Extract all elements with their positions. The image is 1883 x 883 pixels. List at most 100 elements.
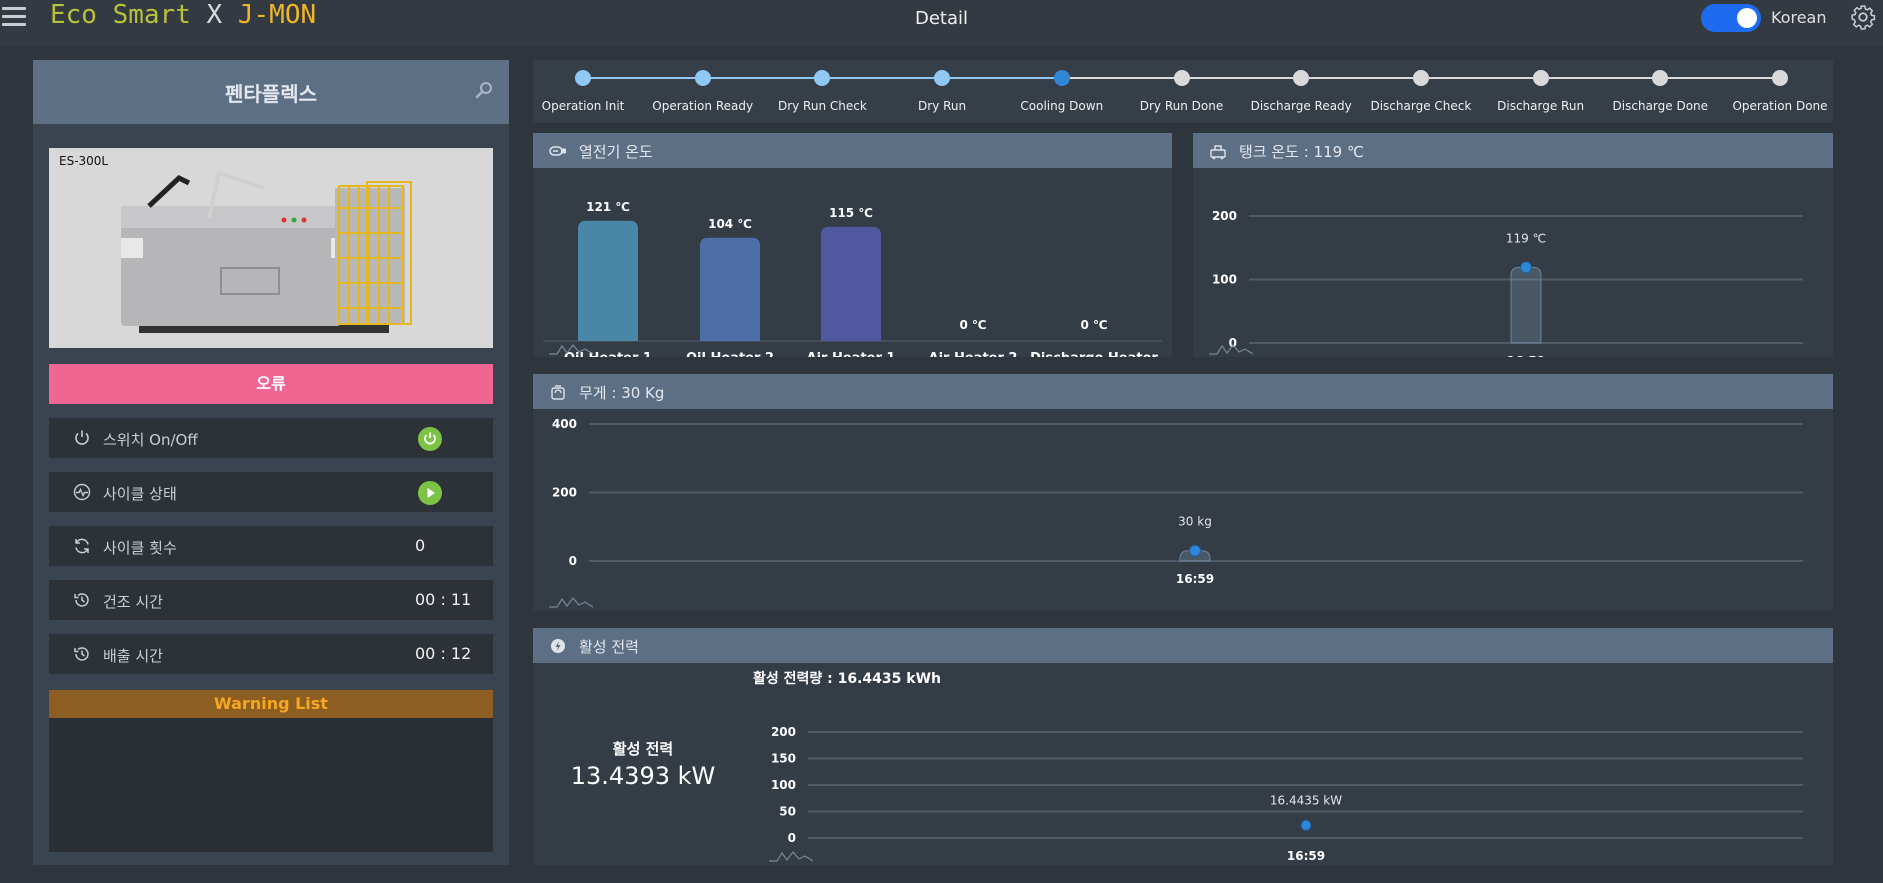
weight-header: 무게 : 30 Kg (533, 374, 1833, 409)
power-panel: 활성 전력 활성 전력 13.4393 kW 활성 전력량 : 16.4435 … (533, 628, 1833, 865)
step-dot (1772, 70, 1788, 86)
heater-category-label: Oil Heater 2 (686, 351, 774, 357)
heater-bar (700, 237, 760, 341)
brand-eco: Eco Smart (50, 0, 191, 30)
step-connector (822, 77, 943, 79)
status-badge[interactable]: 오류 (49, 364, 493, 404)
step-label: Operation Ready (652, 99, 754, 113)
y-tick-label: 0 (569, 554, 577, 568)
gear-icon[interactable] (1850, 4, 1876, 30)
step-connector (1301, 77, 1421, 79)
step-connector (583, 77, 703, 79)
heater-category-label: Air Heater 1 (807, 351, 896, 357)
tank-temp-title: 탱크 온도 : 119 ℃ (1239, 143, 1364, 161)
data-point (1189, 544, 1201, 557)
refresh-icon (75, 538, 89, 554)
y-tick-label: 400 (552, 417, 577, 431)
search-icon[interactable] (474, 80, 494, 100)
heater-value-label: 0 ℃ (1080, 318, 1107, 332)
data-point (1520, 261, 1532, 274)
weight-title: 무게 : 30 Kg (579, 384, 665, 402)
tank-temp-panel: 탱크 온도 : 119 ℃ 2001000119 ℃16:59 (1193, 133, 1833, 357)
step-dot (1652, 70, 1669, 86)
heater-value-label: 115 ℃ (829, 206, 873, 220)
heater-bar-chart: 121 ℃Oil Heater 1104 ℃Oil Heater 2115 ℃A… (543, 200, 1162, 357)
data-value-label: 119 ℃ (1506, 231, 1546, 245)
cycle-count-value: 0 (415, 536, 426, 555)
device-header: 펜타플렉스 (33, 60, 509, 124)
x-tick-label: 16:59 (1287, 849, 1325, 863)
step-label: Dry Run Done (1139, 99, 1224, 113)
top-bar: Eco Smart X J-MON Detail Korean (0, 0, 1883, 47)
step-label: Discharge Done (1612, 99, 1709, 113)
play-button[interactable] (418, 481, 442, 505)
step-dot (1293, 70, 1310, 86)
data-value-label: 16.4435 kW (1270, 793, 1342, 807)
y-tick-label: 200 (1212, 209, 1237, 223)
power-button-icon (424, 432, 436, 445)
step-label: Cooling Down (1020, 99, 1104, 113)
step-dot (934, 70, 951, 86)
heater-bar (578, 220, 638, 341)
data-bar (1510, 266, 1542, 344)
data-point (1300, 819, 1312, 831)
cycle-status-row: 사이클 상태 (49, 472, 493, 512)
weight-chart: 400 200 0 30 kg 16:59 (552, 417, 1803, 586)
switch-row: 스위치 On/Off (49, 418, 493, 458)
current-power-label: 활성 전력 (612, 740, 674, 758)
tank-temp-header: 탱크 온도 : 119 ℃ (1193, 133, 1833, 168)
warning-list-title: Warning List (49, 690, 493, 718)
step-label: Dry Run (918, 99, 967, 113)
machine-illustration (121, 170, 412, 333)
dry-time-value: 00 : 11 (415, 590, 472, 609)
scale-icon (551, 385, 565, 400)
step-label: Operation Init (541, 99, 625, 113)
device-name: 펜타플렉스 (225, 82, 317, 106)
data-value-label: 30 kg (1178, 515, 1212, 529)
y-tick-label: 0 (788, 831, 796, 845)
power-button[interactable] (418, 427, 442, 451)
step-dot (1532, 70, 1549, 86)
power-header: 활성 전력 (533, 628, 1833, 663)
heater-temp-header: 열전기 온도 (533, 133, 1172, 168)
dry-time-row: 건조 시간 00 : 11 (49, 580, 493, 620)
step-connector (1660, 77, 1780, 79)
power-meter-icon (551, 639, 565, 653)
mini-chart-icon (549, 344, 593, 355)
step-label: Discharge Check (1370, 99, 1472, 113)
step-dot (1173, 70, 1190, 86)
clock-icon (74, 647, 89, 661)
y-tick-label: 200 (771, 725, 796, 739)
language-toggle[interactable] (1701, 4, 1761, 32)
process-stepper: Operation Init Operation Ready Dry Run Che… (533, 60, 1833, 123)
menu-icon[interactable] (2, 7, 26, 27)
step-connector (1420, 77, 1541, 79)
heater-temp-title: 열전기 온도 (579, 143, 653, 161)
y-tick-label: 100 (771, 778, 796, 792)
clock-icon (74, 593, 89, 607)
y-tick-label: 200 (552, 486, 577, 500)
pulse-icon (73, 483, 91, 501)
y-tick-label: 50 (779, 805, 796, 819)
x-tick-label: 16:59 (1507, 354, 1545, 357)
heater-bar (821, 226, 881, 341)
step-dot (694, 70, 711, 86)
step-dot (1412, 70, 1429, 86)
heater-temp-panel: 열전기 온도 121 ℃Oil Heater 1104 ℃Oil Heater … (533, 133, 1172, 357)
heater-category-label: Air Heater 2 (929, 351, 1018, 357)
play-icon (427, 488, 435, 498)
brand-x: X (206, 0, 223, 30)
brand-jmon: J-MON (237, 0, 317, 30)
step-connector (1181, 77, 1302, 79)
tank-chart: 2001000119 ℃16:59 (1212, 209, 1803, 357)
heater-icon (549, 146, 566, 156)
power-title: 활성 전력 (579, 638, 639, 656)
step-dot (575, 70, 591, 86)
mini-chart-icon (549, 597, 593, 608)
current-power-value: 13.4393 kW (570, 762, 716, 790)
step-connector (702, 77, 823, 79)
cycle-status-label: 사이클 상태 (103, 485, 177, 503)
heater-value-label: 121 ℃ (586, 200, 630, 214)
step-dot (1053, 70, 1070, 86)
discharge-time-value: 00 : 12 (415, 644, 472, 663)
